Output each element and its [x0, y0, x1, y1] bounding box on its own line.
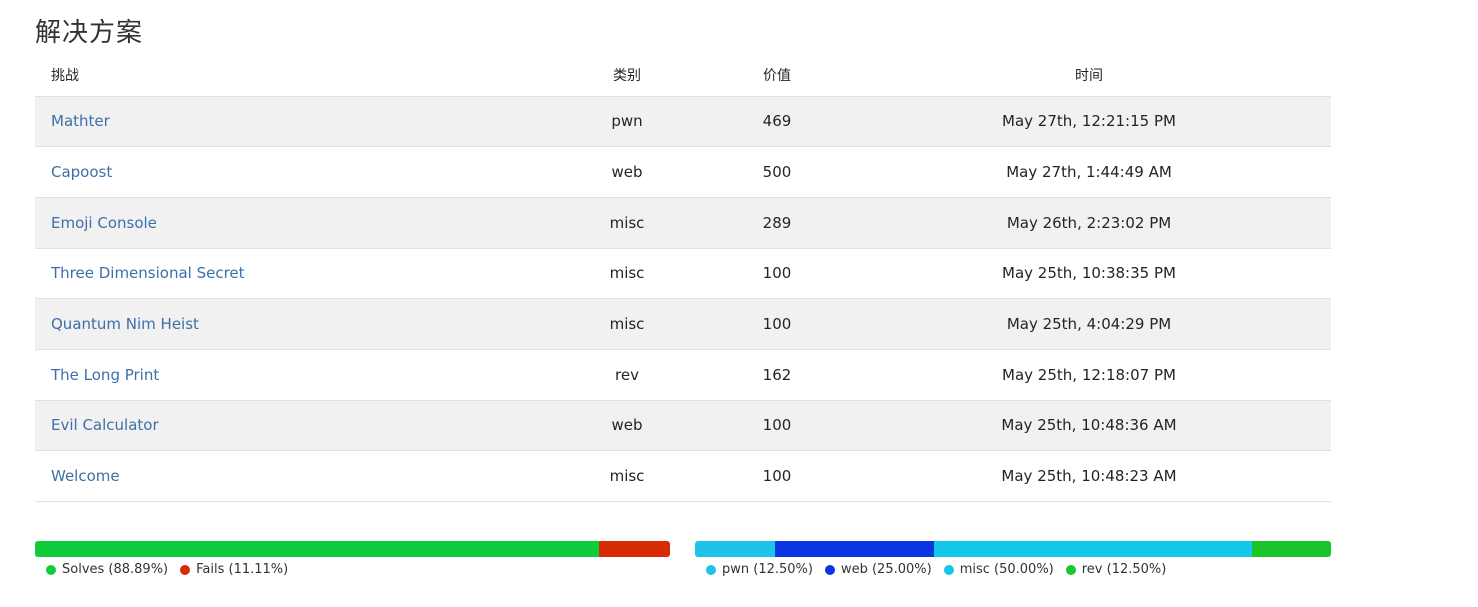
category-segment [1251, 541, 1331, 557]
category-segment [695, 541, 775, 557]
section-title: 解决方案 [35, 18, 144, 48]
category-legend-item: misc (50.00%) [943, 562, 1054, 577]
value-cell: 500 [707, 146, 847, 198]
solves-table-body: Mathter pwn 469 May 27th, 12:21:15 PM Capoos… [35, 96, 1331, 502]
category-cell: web [547, 400, 707, 452]
time-cell: May 25th, 4:04:29 PM [847, 298, 1331, 350]
category-cell: pwn [547, 96, 707, 148]
time-cell: May 25th, 10:38:35 PM [847, 248, 1331, 300]
solve-fail-legend-item: Fails (11.11%) [180, 562, 288, 577]
header-value: 价值 [707, 54, 847, 97]
time-cell: May 25th, 12:18:07 PM [847, 349, 1331, 401]
solve-fail-segment [599, 541, 670, 557]
legend-label: Fails (11.11%) [196, 562, 289, 577]
category-cell: misc [547, 248, 707, 300]
category-cell: web [547, 146, 707, 198]
challenge-cell: The Long Print [35, 349, 547, 401]
table-header-row: 挑战 类别 价值 时间 [35, 54, 1331, 97]
challenge-link[interactable]: Capoost [51, 163, 112, 181]
category-legend-item: web (25.00%) [824, 562, 932, 577]
value-cell: 100 [707, 450, 847, 502]
category-breakdown-legend: pwn (12.50%) web (25.00%) misc (50.00%) rev… [706, 562, 1166, 577]
value-cell: 469 [707, 96, 847, 148]
value-cell: 100 [707, 400, 847, 452]
legend-label: misc (50.00%) [959, 562, 1054, 577]
category-segment [774, 541, 934, 557]
challenge-cell: Capoost [35, 146, 547, 198]
legend-dot-icon [824, 564, 835, 575]
table-row: The Long Print rev 162 May 25th, 12:18:07 P… [35, 349, 1331, 401]
time-cell: May 25th, 10:48:36 AM [847, 400, 1331, 452]
solve-fail-legend-item: Solves (88.89%) [46, 562, 168, 577]
header-category: 类别 [547, 54, 707, 97]
table-row: Emoji Console misc 289 May 26th, 2:23:02 PM [35, 197, 1331, 249]
legend-label: rev (12.50%) [1081, 562, 1167, 577]
challenge-cell: Three Dimensional Secret [35, 248, 547, 300]
table-row: Capoost web 500 May 27th, 1:44:49 AM [35, 146, 1331, 198]
category-cell: misc [547, 450, 707, 502]
time-cell: May 27th, 1:44:49 AM [847, 146, 1331, 198]
category-cell: misc [547, 298, 707, 350]
legend-dot-icon [1065, 564, 1076, 575]
time-cell: May 25th, 10:48:23 AM [847, 450, 1331, 502]
legend-label: pwn (12.50%) [722, 562, 813, 577]
header-time: 时间 [847, 54, 1331, 97]
solves-table: 挑战 类别 价值 时间 Mathter pwn 469 May 27th, 12:21… [35, 54, 1331, 502]
challenge-cell: Mathter [35, 96, 547, 148]
legend-dot-icon [706, 564, 716, 575]
legend-label: web (25.00%) [840, 562, 932, 577]
value-cell: 162 [707, 349, 847, 401]
challenge-link[interactable]: Emoji Console [51, 214, 157, 232]
challenge-cell: Quantum Nim Heist [35, 298, 547, 350]
value-cell: 100 [707, 298, 847, 350]
category-cell: misc [547, 197, 707, 249]
challenge-link[interactable]: Three Dimensional Secret [51, 264, 245, 282]
table-row: Three Dimensional Secret misc 100 May 25th,… [35, 248, 1331, 300]
challenge-link[interactable]: The Long Print [51, 366, 159, 384]
category-cell: rev [547, 349, 707, 401]
category-legend-item: rev (12.50%) [1065, 562, 1167, 577]
value-cell: 289 [707, 197, 847, 249]
solve-fail-legend: Solves (88.89%) Fails (11.11%) [46, 562, 288, 577]
challenge-link[interactable]: Welcome [51, 467, 120, 485]
category-legend-item: pwn (12.50%) [706, 562, 813, 577]
category-segment [933, 541, 1252, 557]
value-cell: 100 [707, 248, 847, 300]
legend-label: Solves (88.89%) [62, 562, 169, 577]
legend-dot-icon [180, 564, 191, 575]
challenge-cell: Evil Calculator [35, 400, 547, 452]
challenge-link[interactable]: Mathter [51, 112, 110, 130]
category-breakdown-bar [695, 541, 1331, 557]
challenge-cell: Emoji Console [35, 197, 547, 249]
time-cell: May 27th, 12:21:15 PM [847, 96, 1331, 148]
table-row: Quantum Nim Heist misc 100 May 25th, 4:04:2… [35, 298, 1331, 350]
table-row: Welcome misc 100 May 25th, 10:48:23 AM [35, 450, 1331, 502]
challenge-link[interactable]: Quantum Nim Heist [51, 315, 199, 333]
solve-fail-segment [35, 541, 600, 557]
table-row: Evil Calculator web 100 May 25th, 10:48:36 … [35, 400, 1331, 452]
challenge-cell: Welcome [35, 450, 547, 502]
legend-dot-icon [46, 564, 56, 575]
header-challenge: 挑战 [35, 54, 547, 97]
challenge-link[interactable]: Evil Calculator [51, 416, 159, 434]
legend-dot-icon [943, 564, 954, 575]
time-cell: May 26th, 2:23:02 PM [847, 197, 1331, 249]
solve-fail-bar [35, 541, 670, 557]
table-row: Mathter pwn 469 May 27th, 12:21:15 PM [35, 96, 1331, 148]
